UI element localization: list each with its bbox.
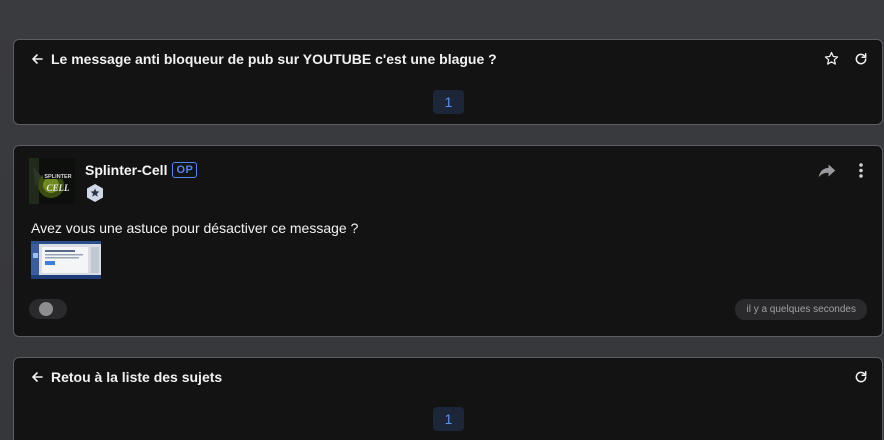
post-card: SPLINTER CELL Splinter-Cell OP Avez vous…	[13, 145, 883, 337]
back-to-list-link[interactable]: Retou à la liste des sujets	[51, 369, 222, 385]
more-vertical-icon[interactable]	[858, 163, 864, 178]
footer-actions	[853, 369, 868, 384]
svg-text:CELL: CELL	[46, 183, 70, 193]
refresh-icon[interactable]	[853, 369, 868, 384]
back-arrow-icon[interactable]	[30, 370, 44, 384]
author-name[interactable]: Splinter-Cell	[85, 162, 167, 178]
footer-header: Retou à la liste des sujets	[14, 358, 882, 396]
post-image-thumbnail[interactable]	[31, 241, 101, 279]
topic-header-card: Le message anti bloqueur de pub sur YOUT…	[13, 39, 883, 125]
topic-header-actions	[824, 51, 868, 66]
like-toggle[interactable]	[29, 299, 67, 319]
page-number-button[interactable]: 1	[433, 90, 464, 114]
topic-title[interactable]: Le message anti bloqueur de pub sur YOUT…	[51, 51, 497, 67]
post-timestamp: il y a quelques secondes	[735, 299, 867, 320]
post-author: Splinter-Cell OP	[85, 162, 198, 178]
star-rank-icon	[85, 183, 105, 203]
op-badge: OP	[172, 162, 198, 178]
star-icon[interactable]	[824, 51, 839, 66]
page: Le message anti bloqueur de pub sur YOUT…	[0, 0, 884, 440]
refresh-icon[interactable]	[853, 51, 868, 66]
toggle-knob	[39, 302, 53, 316]
back-arrow-icon[interactable]	[30, 52, 44, 66]
page-number-button[interactable]: 1	[433, 407, 464, 431]
post-actions	[818, 163, 864, 178]
topic-list-footer-card: Retou à la liste des sujets 1	[13, 357, 883, 440]
svg-text:SPLINTER: SPLINTER	[44, 174, 71, 180]
topic-header: Le message anti bloqueur de pub sur YOUT…	[14, 40, 882, 78]
avatar[interactable]: SPLINTER CELL	[29, 158, 75, 204]
post-message: Avez vous une astuce pour désactiver ce …	[31, 220, 359, 236]
share-icon[interactable]	[818, 163, 836, 178]
